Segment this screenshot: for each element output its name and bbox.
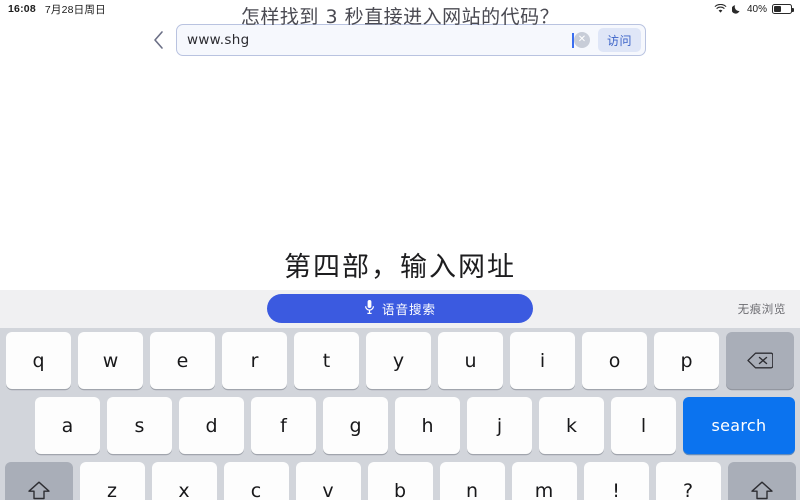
- chevron-left-icon: [153, 31, 163, 49]
- url-input[interactable]: www.shg: [187, 32, 571, 48]
- voice-search-label: 语音搜索: [381, 302, 436, 317]
- key-y[interactable]: y: [366, 332, 431, 389]
- key-a[interactable]: a: [35, 397, 100, 454]
- key-q[interactable]: q: [6, 332, 71, 389]
- key-z[interactable]: z: [79, 462, 145, 500]
- key-g[interactable]: g: [323, 397, 388, 454]
- shift-icon: [750, 481, 773, 499]
- key-v[interactable]: v: [295, 462, 361, 500]
- key-r[interactable]: r: [222, 332, 287, 389]
- key-m[interactable]: m: [511, 462, 577, 500]
- backspace-key[interactable]: [726, 332, 794, 389]
- key-x[interactable]: x: [151, 462, 217, 500]
- shift-key-left[interactable]: [4, 462, 73, 500]
- incognito-label[interactable]: 无痕浏览: [738, 301, 786, 317]
- keyboard-toolbar: 语音搜索 无痕浏览: [0, 290, 800, 328]
- key-b[interactable]: b: [367, 462, 433, 500]
- key-l[interactable]: l: [611, 397, 676, 454]
- keyboard-row-2: a s d f g h j k l search: [4, 397, 796, 454]
- voice-search-button[interactable]: 语音搜索: [267, 294, 533, 323]
- shift-key-right[interactable]: [727, 462, 796, 500]
- key-d[interactable]: d: [179, 397, 244, 454]
- shift-icon: [27, 481, 50, 499]
- status-time: 16:08: [8, 3, 36, 15]
- key-exclamation[interactable]: !: [583, 462, 649, 500]
- visit-button[interactable]: 访问: [597, 28, 641, 52]
- key-k[interactable]: k: [539, 397, 604, 454]
- backspace-icon: [747, 352, 773, 369]
- key-t[interactable]: t: [294, 332, 359, 389]
- key-o[interactable]: o: [582, 332, 647, 389]
- status-bar-left: 16:08 7月28日周日: [8, 2, 106, 17]
- key-f[interactable]: f: [251, 397, 316, 454]
- wifi-icon: [714, 3, 727, 14]
- on-screen-keyboard: q w e r t y u i o p a s d f g h j k l se…: [0, 328, 800, 500]
- battery-icon: [772, 4, 794, 14]
- battery-percent-label: 40%: [746, 3, 767, 15]
- microphone-icon: [364, 299, 375, 318]
- keyboard-row-3: z x c v b n m ! ?: [4, 462, 796, 500]
- key-j[interactable]: j: [467, 397, 532, 454]
- key-s[interactable]: s: [107, 397, 172, 454]
- page-caption: 第四部，输入网址: [284, 252, 516, 283]
- key-n[interactable]: n: [439, 462, 505, 500]
- key-i[interactable]: i: [510, 332, 575, 389]
- key-e[interactable]: e: [150, 332, 215, 389]
- status-bar: 16:08 7月28日周日 40%: [0, 0, 800, 18]
- search-key[interactable]: search: [683, 397, 795, 454]
- clear-icon[interactable]: ✕: [573, 32, 590, 48]
- key-h[interactable]: h: [395, 397, 460, 454]
- status-date: 7月28日周日: [44, 3, 106, 16]
- key-c[interactable]: c: [223, 462, 289, 500]
- status-bar-right: 40%: [714, 3, 794, 15]
- phone-screen: 16:08 7月28日周日 40% 怎样找到 3 秒直接进入网站的代码？ www…: [0, 0, 800, 500]
- key-u[interactable]: u: [438, 332, 503, 389]
- moon-icon: [731, 4, 742, 14]
- key-w[interactable]: w: [78, 332, 143, 389]
- key-p[interactable]: p: [654, 332, 719, 389]
- keyboard-row-1: q w e r t y u i o p: [4, 332, 796, 389]
- key-question[interactable]: ?: [655, 462, 721, 500]
